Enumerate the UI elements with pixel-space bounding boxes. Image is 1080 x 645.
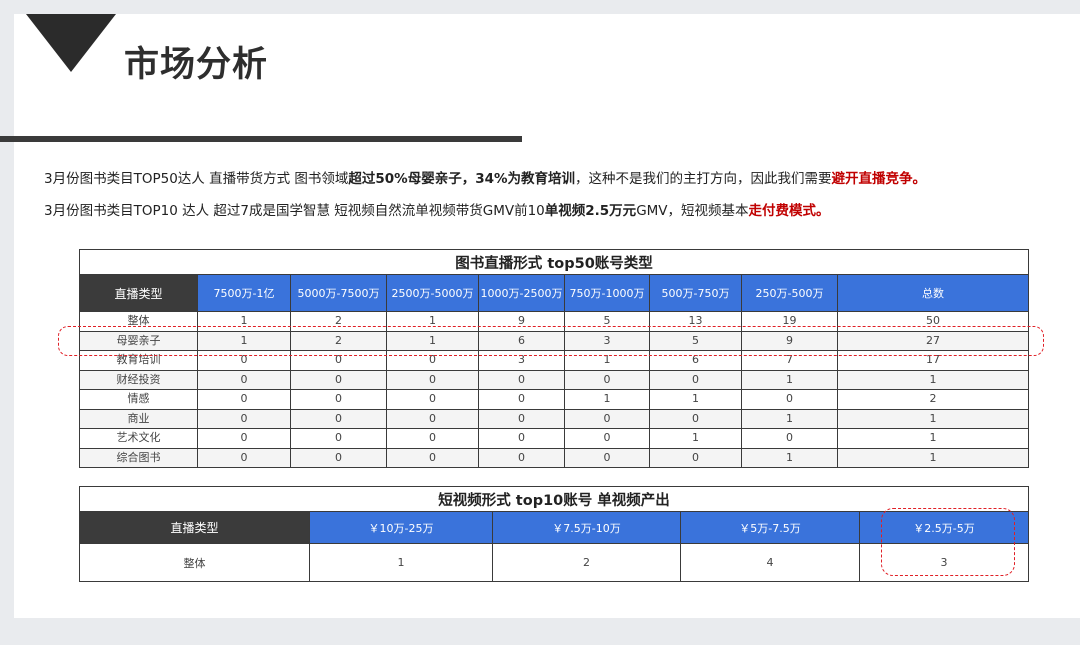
- table2-header-cell: ￥7.5万-10万: [492, 511, 681, 544]
- data-cell: 0: [290, 447, 387, 468]
- corner-triangle-decoration: [26, 14, 116, 72]
- data-cell: 0: [649, 447, 742, 468]
- data-cell: 0: [478, 369, 565, 390]
- data-cell: 0: [290, 369, 387, 390]
- row-label-cell: 商业: [79, 408, 198, 429]
- data-cell: 0: [741, 428, 838, 449]
- table1-header-cell: 2500万-5000万: [386, 274, 479, 312]
- table1-header-cell: 1000万-2500万: [478, 274, 565, 312]
- data-cell: 4: [680, 543, 860, 582]
- table1-caption: 图书直播形式 top50账号类型: [78, 249, 1030, 275]
- table1-header-cell: 7500万-1亿: [197, 274, 291, 312]
- data-cell: 0: [564, 369, 650, 390]
- p1-red-highlight: 避开直播竞争。: [831, 171, 927, 187]
- data-cell: 0: [290, 428, 387, 449]
- page-title: 市场分析: [124, 45, 269, 85]
- table-row: 情感 0 0 0 0 1 1 0 2: [79, 389, 1030, 410]
- p2-red-highlight: 走付费模式。: [748, 203, 830, 219]
- data-cell: 1: [836, 408, 1030, 429]
- data-cell: 0: [649, 369, 742, 390]
- p2-text-2: ，短视频基本: [667, 203, 749, 219]
- p2-bold-1: 单视频2.5万元: [544, 203, 637, 219]
- data-cell: 0: [197, 389, 291, 410]
- slide: 市场分析 3月份图书类目TOP50达人 直播带货方式 图书领域超过50%母婴亲子…: [0, 14, 1080, 618]
- data-cell: 1: [309, 543, 493, 582]
- highlight-dashed-box-column: [881, 508, 1015, 576]
- paragraph-1: 3月份图书类目TOP50达人 直播带货方式 图书领域超过50%母婴亲子，34%为…: [44, 167, 926, 187]
- data-cell: 0: [197, 428, 291, 449]
- data-cell: 1: [741, 369, 838, 390]
- data-cell: 1: [649, 389, 742, 410]
- table2-header-cell: 直播类型: [79, 511, 310, 544]
- data-cell: 0: [478, 447, 565, 468]
- data-cell: 0: [478, 408, 565, 429]
- row-label-cell: 财经投资: [79, 369, 198, 390]
- data-cell: 1: [564, 389, 650, 410]
- row-label-cell: 情感: [79, 389, 198, 410]
- data-cell: 0: [386, 369, 479, 390]
- data-cell: 0: [564, 428, 650, 449]
- data-cell: 0: [649, 408, 742, 429]
- data-cell: 0: [290, 408, 387, 429]
- data-cell: 0: [386, 389, 479, 410]
- data-cell: 0: [478, 428, 565, 449]
- table1-header-cell: 总数: [836, 274, 1030, 312]
- data-cell: 0: [564, 408, 650, 429]
- p1-text-2: ，这种不是我们的主打方向，因此我们需要: [575, 171, 832, 187]
- data-cell: 1: [836, 428, 1030, 449]
- data-cell: 1: [741, 447, 838, 468]
- data-cell: 0: [564, 447, 650, 468]
- data-cell: 0: [386, 428, 479, 449]
- data-cell: 2: [492, 543, 681, 582]
- p2-text-gmv: GMV: [636, 203, 668, 219]
- highlight-dashed-box-row: [58, 326, 1044, 356]
- data-cell: 0: [197, 408, 291, 429]
- table-row: 财经投资 0 0 0 0 0 0 1 1: [79, 369, 1030, 390]
- data-cell: 0: [386, 408, 479, 429]
- data-cell: 0: [741, 389, 838, 410]
- table1-header-cell: 直播类型: [79, 274, 198, 312]
- data-cell: 0: [197, 369, 291, 390]
- data-cell: 0: [290, 389, 387, 410]
- data-cell: 0: [197, 447, 291, 468]
- data-cell: 1: [649, 428, 742, 449]
- p1-bold-1: 超过50%母婴亲子，34%为教育培训: [348, 171, 576, 187]
- paragraph-2: 3月份图书类目TOP10 达人 超过7成是国学智慧 短视频自然流单视频带货GMV…: [44, 199, 830, 219]
- live-stream-table: 图书直播形式 top50账号类型 直播类型 7500万-1亿 5000万-7500万…: [78, 249, 1030, 468]
- table1-header-cell: 750万-1000万: [564, 274, 650, 312]
- title-underline-bar: [0, 136, 522, 142]
- data-cell: 1: [836, 447, 1030, 468]
- table2-header-cell: ￥5万-7.5万: [680, 511, 860, 544]
- table1-header-cell: 500万-750万: [649, 274, 742, 312]
- p2-text-1: 3月份图书类目TOP10 达人 超过7成是国学智慧 短视频自然流单视频带货GMV…: [44, 203, 545, 219]
- table2-caption: 短视频形式 top10账号 单视频产出: [78, 486, 1030, 512]
- table-row: 综合图书 0 0 0 0 0 0 1 1: [79, 447, 1030, 468]
- data-cell: 1: [741, 408, 838, 429]
- data-cell: 0: [478, 389, 565, 410]
- data-cell: 2: [836, 389, 1030, 410]
- table1-header-cell: 5000万-7500万: [290, 274, 387, 312]
- row-label-cell: 综合图书: [79, 447, 198, 468]
- table-row: 艺术文化 0 0 0 0 0 1 0 1: [79, 428, 1030, 449]
- row-label-cell: 艺术文化: [79, 428, 198, 449]
- data-cell: 1: [836, 369, 1030, 390]
- data-cell: 0: [386, 447, 479, 468]
- table-row: 商业 0 0 0 0 0 0 1 1: [79, 408, 1030, 429]
- p1-text-1: 3月份图书类目TOP50达人 直播带货方式 图书领域: [44, 171, 349, 187]
- table2-header-cell: ￥10万-25万: [309, 511, 493, 544]
- table1-header-cell: 250万-500万: [741, 274, 838, 312]
- row-label-cell: 整体: [79, 543, 310, 582]
